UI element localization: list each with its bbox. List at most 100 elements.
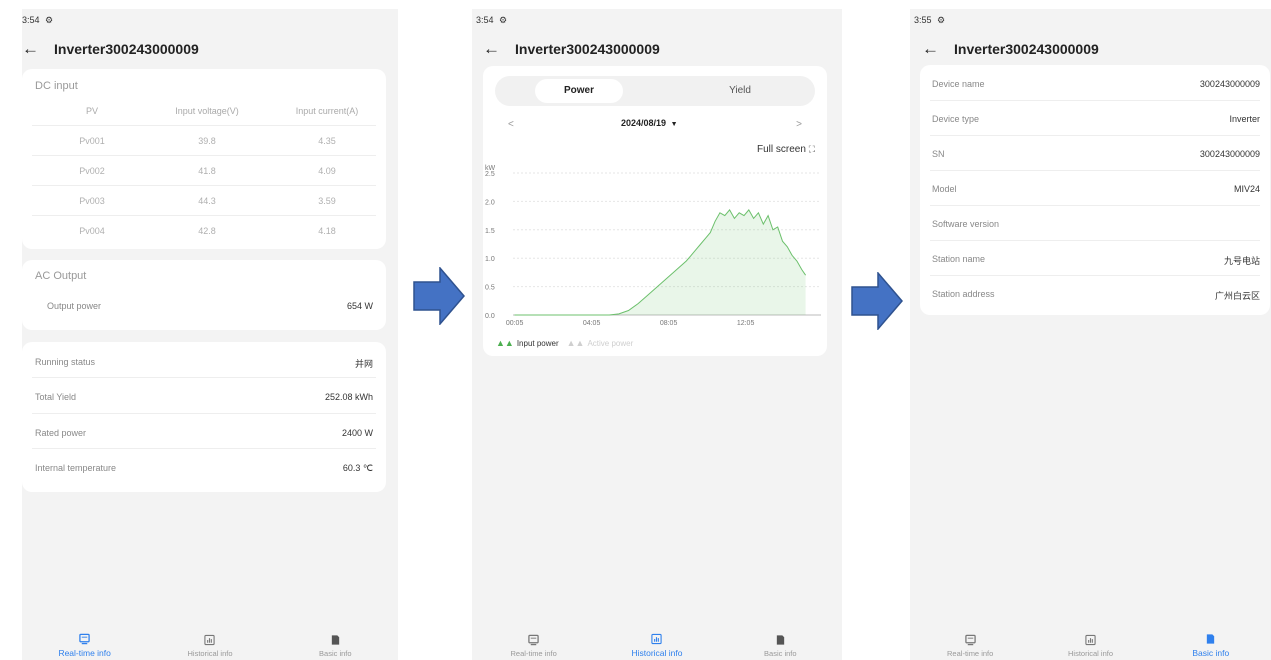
power-chart: kW2.52.01.51.00.50.000:05 04:05 08:05 12:05 bbox=[485, 165, 821, 327]
tab-realtime-info[interactable]: Real-time info bbox=[472, 630, 595, 660]
output-power-label: Output power bbox=[47, 301, 102, 311]
model-value: MIV24 bbox=[1233, 184, 1260, 194]
header: ← Inverter300243000009 bbox=[22, 40, 199, 57]
station-name-label: Station name bbox=[932, 254, 986, 264]
tab-basic-info[interactable]: Basic info bbox=[1151, 630, 1271, 660]
device-name-label: Device name bbox=[932, 79, 985, 89]
tab-label: Basic info bbox=[1192, 648, 1230, 658]
bar-chart-icon bbox=[1085, 634, 1096, 646]
back-arrow-icon[interactable]: ← bbox=[922, 40, 954, 57]
running-status-label: Running status bbox=[35, 357, 96, 367]
bottom-tab-bar: Real-time info Historical info Basic inf… bbox=[22, 630, 398, 660]
active-power-legend[interactable]: Active power bbox=[587, 339, 633, 348]
col-header-current: Input current(A) bbox=[295, 106, 359, 116]
station-address-label: Station address bbox=[932, 289, 995, 299]
divider bbox=[32, 125, 376, 126]
divider bbox=[32, 448, 376, 449]
tab-realtime-info[interactable]: Real-time info bbox=[910, 630, 1030, 660]
status-time: 3:54 bbox=[476, 15, 494, 25]
monitor-icon bbox=[79, 633, 90, 645]
settings-icon: ⚙ bbox=[937, 15, 946, 25]
back-arrow-icon[interactable]: ← bbox=[483, 40, 515, 57]
pv-name: Pv001 bbox=[79, 136, 105, 146]
bottom-tab-bar: Real-time info Historical info Basic inf… bbox=[472, 630, 842, 660]
tab-label: Basic info bbox=[319, 649, 352, 658]
col-header-pv: PV bbox=[85, 106, 98, 116]
station-name-value: 九号电站 bbox=[1223, 256, 1260, 266]
model-label: Model bbox=[932, 184, 957, 194]
page-title: Inverter300243000009 bbox=[954, 40, 1099, 57]
dc-input-title: DC input bbox=[35, 80, 78, 92]
historical-screen: 3:54 ⚙ ← Inverter300243000009 Power Yiel… bbox=[472, 9, 842, 660]
divider bbox=[32, 377, 376, 378]
tab-basic-info[interactable]: Basic info bbox=[273, 630, 398, 660]
page-title: Inverter300243000009 bbox=[54, 40, 199, 57]
tab-label: Real-time info bbox=[58, 648, 111, 658]
pv-current: 3.59 bbox=[318, 196, 336, 206]
document-icon bbox=[776, 635, 784, 645]
arrow-right-icon bbox=[413, 267, 465, 325]
divider bbox=[930, 100, 1260, 101]
output-power-value: 654 W bbox=[346, 301, 373, 311]
ac-output-card: AC Output Output power 654 W bbox=[22, 260, 386, 330]
settings-icon: ⚙ bbox=[499, 15, 508, 25]
status-bar: 3:55 ⚙ bbox=[914, 15, 945, 26]
divider bbox=[32, 215, 376, 216]
x-tick-label: 04:05 bbox=[583, 320, 601, 327]
caret-down-icon: ▼ bbox=[670, 121, 678, 128]
col-header-voltage: Input voltage(V) bbox=[175, 106, 239, 116]
pv-voltage: 41.8 bbox=[198, 166, 216, 176]
y-tick-label: 0.0 bbox=[485, 313, 495, 320]
status-bar: 3:54 ⚙ bbox=[476, 15, 507, 26]
divider bbox=[32, 413, 376, 414]
prev-date-button[interactable]: < bbox=[508, 119, 514, 130]
total-yield-value: 252.08 kWh bbox=[324, 392, 373, 402]
tab-power[interactable]: Power bbox=[535, 79, 623, 103]
fullscreen-label: Full screen bbox=[757, 144, 806, 155]
tab-historical-info[interactable]: Historical info bbox=[595, 630, 718, 660]
active-power-legend-icon[interactable]: ▲▲ bbox=[567, 338, 585, 348]
input-power-legend[interactable]: Input power bbox=[517, 339, 559, 348]
software-version-label: Software version bbox=[932, 219, 1000, 229]
chart-legend: ▲▲ Input power ▲▲ Active power bbox=[496, 338, 633, 348]
bottom-tab-bar: Real-time info Historical info Basic inf… bbox=[910, 630, 1271, 660]
pv-current: 4.35 bbox=[318, 136, 336, 146]
tab-historical-info[interactable]: Historical info bbox=[147, 630, 272, 660]
total-yield-label: Total Yield bbox=[35, 392, 77, 402]
y-tick-label: 1.5 bbox=[485, 228, 495, 235]
x-tick-label: 00:05 bbox=[506, 320, 524, 327]
divider bbox=[930, 205, 1260, 206]
tab-label: Basic info bbox=[764, 649, 797, 658]
y-tick-label: 1.0 bbox=[485, 256, 495, 263]
running-status-value: 并网 bbox=[354, 359, 373, 369]
input-power-legend-icon[interactable]: ▲▲ bbox=[496, 338, 514, 348]
back-arrow-icon[interactable]: ← bbox=[22, 40, 54, 57]
next-date-button[interactable]: > bbox=[796, 119, 802, 130]
dc-input-card: DC input PV Input voltage(V) Input curre… bbox=[22, 69, 386, 249]
settings-icon: ⚙ bbox=[45, 15, 54, 25]
x-tick-label: 08:05 bbox=[660, 320, 678, 327]
sn-value: 300243000009 bbox=[1199, 149, 1260, 159]
pv-current: 4.09 bbox=[318, 166, 336, 176]
power-yield-toggle: Power Yield bbox=[495, 76, 815, 106]
date-picker[interactable]: 2024/08/19 ▼ bbox=[621, 118, 678, 128]
page-title: Inverter300243000009 bbox=[515, 40, 660, 57]
pv-voltage: 39.8 bbox=[198, 136, 216, 146]
input-power-area bbox=[514, 209, 806, 315]
header: ← Inverter300243000009 bbox=[483, 40, 660, 57]
y-tick-label: 0.5 bbox=[485, 285, 495, 292]
date-value: 2024/08/19 bbox=[621, 118, 667, 128]
x-tick-label: 12:05 bbox=[737, 320, 755, 327]
pv-name: Pv002 bbox=[79, 166, 105, 176]
pv-name: Pv003 bbox=[79, 196, 105, 206]
tab-yield[interactable]: Yield bbox=[700, 79, 780, 103]
fullscreen-button[interactable]: Full screen ⛶ bbox=[757, 144, 815, 155]
tab-label: Historical info bbox=[631, 648, 683, 658]
tab-basic-info[interactable]: Basic info bbox=[719, 630, 842, 660]
divider bbox=[32, 185, 376, 186]
tab-label: Historical info bbox=[187, 649, 233, 658]
tab-realtime-info[interactable]: Real-time info bbox=[22, 630, 147, 660]
monitor-icon bbox=[964, 634, 976, 646]
tab-historical-info[interactable]: Historical info bbox=[1030, 630, 1150, 660]
fullscreen-icon: ⛶ bbox=[808, 144, 815, 154]
